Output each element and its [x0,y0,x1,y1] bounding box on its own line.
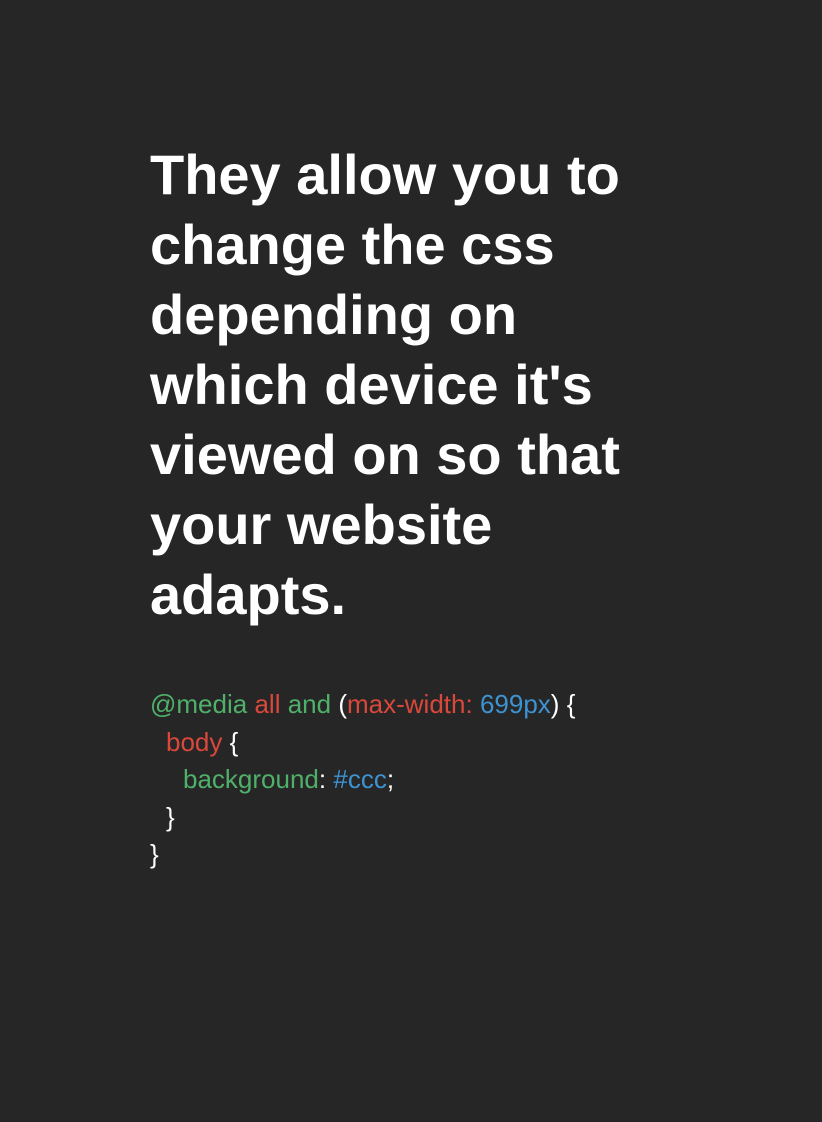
code-open-paren: ( [338,689,347,719]
code-media-type: all [254,689,281,719]
code-line-close-selector: } [150,799,770,837]
code-open-brace: { [229,726,239,757]
code-property: background [183,764,319,794]
code-open-brace: { [566,689,576,719]
headline-line-4: which device it's [150,353,593,416]
headline-line-2: change the css [150,213,555,276]
code-feature-value: 699px [479,689,551,719]
code-media-feature: max-width: [347,689,473,719]
code-line-close-media: } [150,836,770,874]
headline-line-3: depending on [150,283,518,346]
headline-line-1: They allow you to [150,143,620,206]
code-semicolon: ; [386,764,395,794]
code-and-keyword: and [287,689,332,719]
headline-line-6: your website [150,493,493,556]
code-line-declaration: background: #ccc; [150,761,770,799]
code-value: #ccc [333,764,387,794]
code-snippet: @media all and (max-width: 699px) { body… [150,686,770,874]
headline-line-7: adapts. [150,563,347,626]
code-close-brace: } [150,839,159,869]
headline-line-5: viewed on so that [150,423,620,486]
code-line-selector: body { [150,724,770,762]
code-selector: body [166,726,223,757]
code-line-media-query: @media all and (max-width: 699px) { [150,686,770,724]
headline: They allow you to change the css dependi… [150,140,670,630]
code-at-media: @media [150,689,248,719]
code-close-brace: } [166,801,175,832]
